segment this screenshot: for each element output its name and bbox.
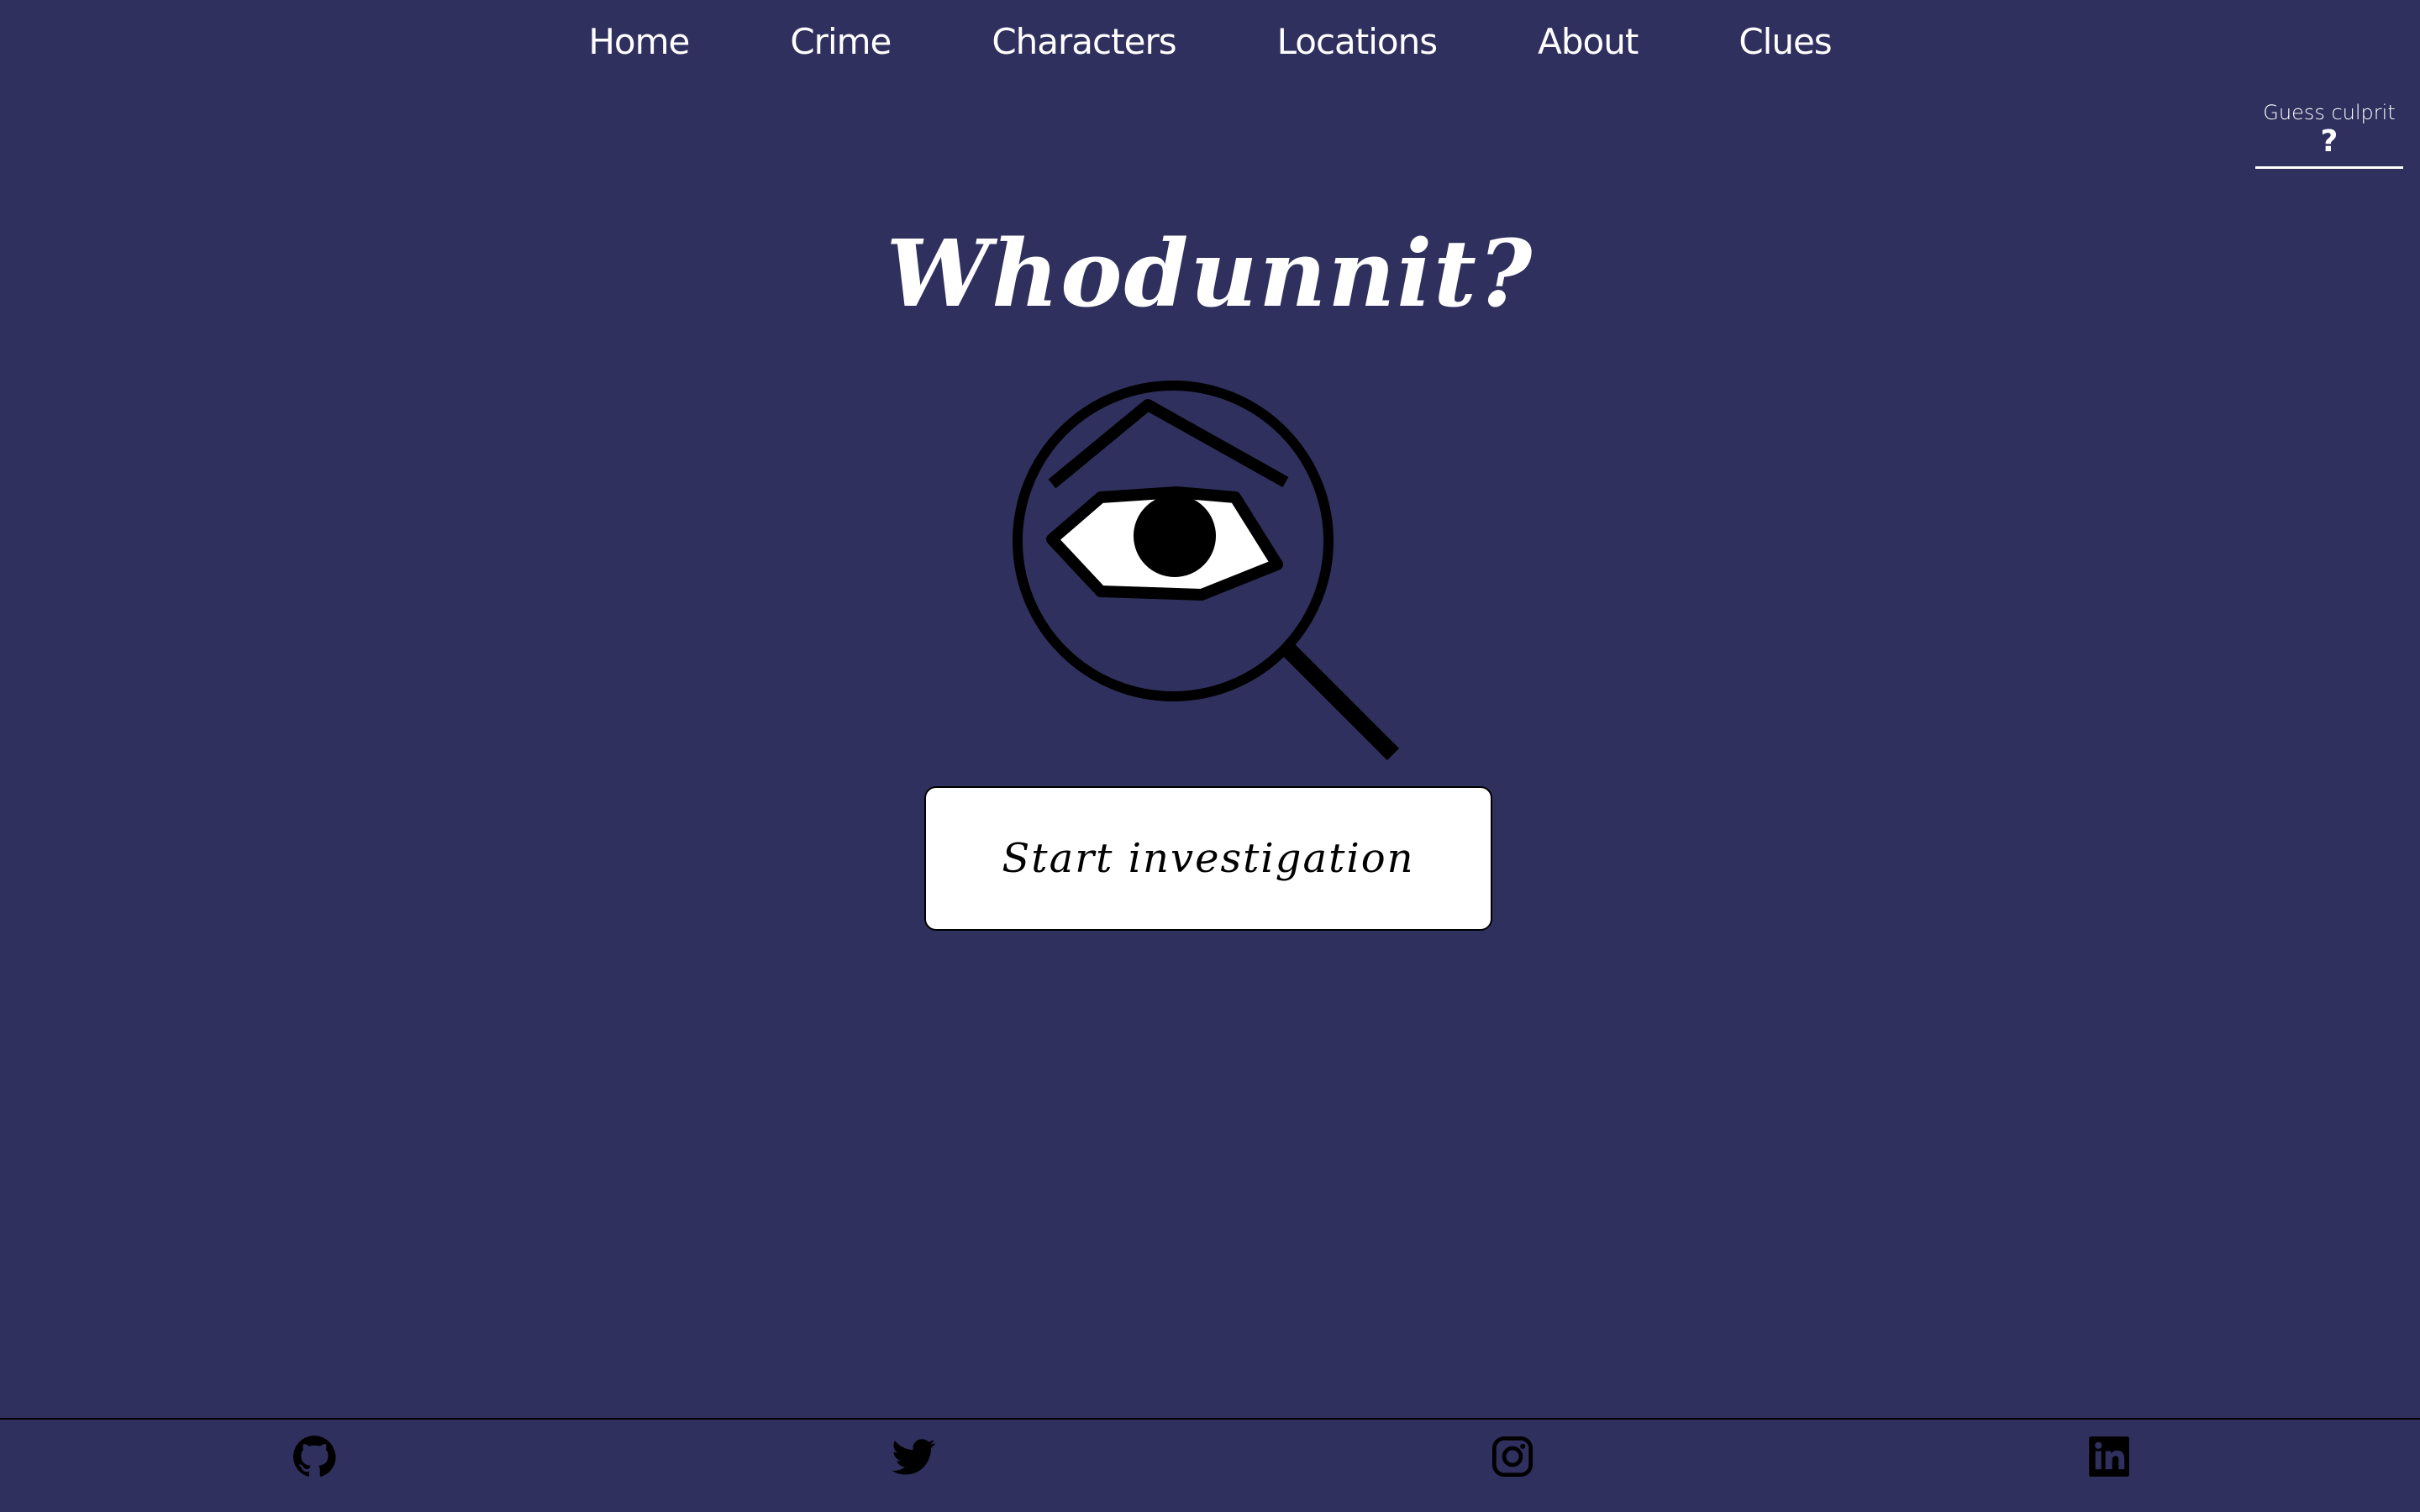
nav-crime[interactable]: Crime — [790, 24, 892, 60]
instagram-icon — [1491, 1436, 1534, 1478]
linkedin-link[interactable] — [2087, 1435, 2131, 1478]
nav-locations[interactable]: Locations — [1277, 24, 1439, 60]
nav-clues[interactable]: Clues — [1739, 24, 1832, 60]
github-link[interactable] — [292, 1435, 336, 1478]
guess-culprit-value[interactable]: ? — [2255, 125, 2403, 170]
twitter-link[interactable] — [892, 1435, 936, 1478]
nav-characters[interactable]: Characters — [992, 24, 1176, 60]
top-navigation: Home Crime Characters Locations About Cl… — [0, 0, 2420, 84]
page-title: Whodunnit? — [886, 219, 1534, 328]
page: Home Crime Characters Locations About Cl… — [0, 0, 2420, 1512]
start-investigation-button[interactable]: Start investigation — [924, 786, 1492, 931]
twitter-icon — [892, 1439, 936, 1475]
guess-culprit-widget[interactable]: Guess culprit ? — [2255, 101, 2403, 170]
instagram-link[interactable] — [1491, 1435, 1534, 1478]
linkedin-icon — [2089, 1436, 2129, 1477]
magnifying-glass-eye-icon — [1000, 375, 1420, 769]
nav-about[interactable]: About — [1538, 24, 1639, 60]
guess-culprit-label: Guess culprit — [2263, 101, 2396, 124]
footer — [0, 1418, 2420, 1512]
github-icon — [293, 1436, 336, 1477]
nav-home[interactable]: Home — [588, 24, 690, 60]
